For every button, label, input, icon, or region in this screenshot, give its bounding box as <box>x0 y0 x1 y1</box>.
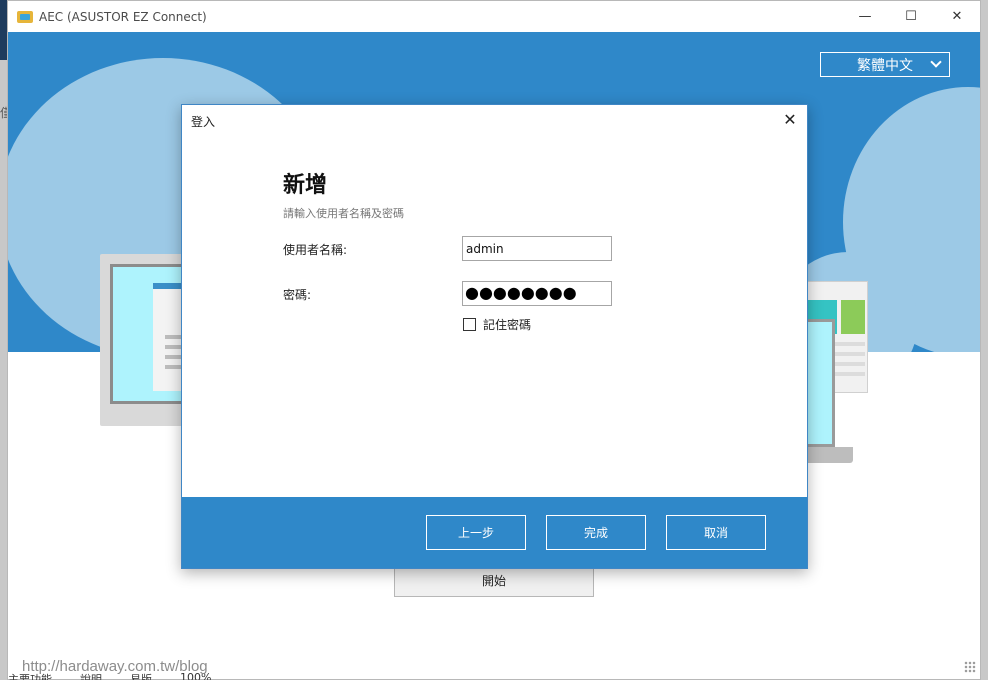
back-button[interactable]: 上一步 <box>426 515 526 550</box>
dialog-title: 登入 <box>191 115 216 129</box>
laptop-illustration <box>805 319 835 447</box>
resize-grip-icon[interactable] <box>964 661 976 673</box>
close-window-button[interactable]: ✕ <box>934 1 980 32</box>
username-label: 使用者名稱: <box>283 243 348 257</box>
title-bar: AEC (ASUSTOR EZ Connect) — ☐ ✕ <box>8 1 980 32</box>
form-heading: 新增 <box>283 173 328 198</box>
language-select-value: 繁體中文 <box>857 57 913 74</box>
username-field[interactable] <box>462 236 612 261</box>
tablet-line <box>831 342 865 346</box>
watermark: http://hardaway.com.tw/blog <box>22 658 208 675</box>
remember-password-label: 記住密碼 <box>483 318 532 332</box>
finish-button[interactable]: 完成 <box>546 515 646 550</box>
password-label: 密碼: <box>283 288 312 302</box>
language-select[interactable]: 繁體中文 <box>820 52 950 77</box>
password-field[interactable] <box>462 281 612 306</box>
tablet-line <box>831 352 865 356</box>
dialog-footer: 上一步 完成 取消 <box>182 497 807 568</box>
remember-password-checkbox[interactable] <box>463 318 476 331</box>
laptop-base <box>805 447 853 463</box>
remember-password-option[interactable]: 記住密碼 <box>463 316 531 333</box>
form-subtitle: 請輸入使用者名稱及密碼 <box>283 207 404 220</box>
close-icon[interactable]: ✕ <box>781 111 799 129</box>
tablet-line <box>831 372 865 376</box>
background-window-edge <box>0 0 7 60</box>
maximize-button[interactable]: ☐ <box>888 1 934 32</box>
window-controls: — ☐ ✕ <box>842 1 980 32</box>
app-logo-icon <box>17 10 33 23</box>
login-dialog: 登入 ✕ 新增 請輸入使用者名稱及密碼 使用者名稱: 密碼: ●●●●●●●● … <box>181 104 808 569</box>
tablet-tile-green <box>841 300 865 334</box>
minimize-button[interactable]: — <box>842 1 888 32</box>
chevron-down-icon <box>930 56 942 68</box>
window-title: AEC (ASUSTOR EZ Connect) <box>39 9 207 24</box>
cancel-button[interactable]: 取消 <box>666 515 766 550</box>
tablet-line <box>831 362 865 366</box>
